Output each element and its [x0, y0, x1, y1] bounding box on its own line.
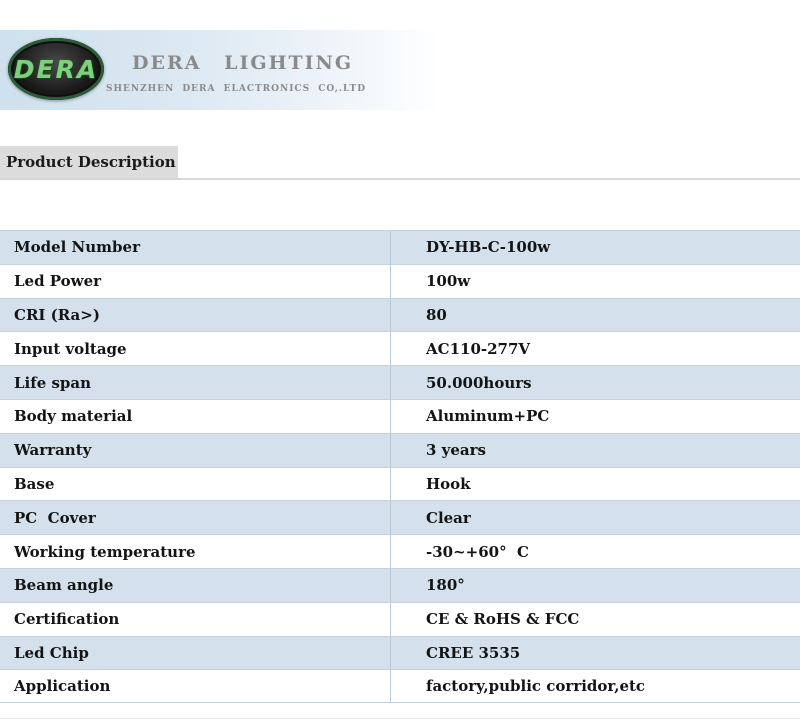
- table-row: Certification CE & RoHS & FCC: [0, 601, 800, 636]
- column-divider: [390, 501, 391, 535]
- section-title: Product Description: [6, 153, 176, 171]
- column-divider: [390, 264, 391, 298]
- section-divider: [0, 178, 800, 180]
- spec-label: PC Cover: [14, 508, 96, 527]
- column-divider: [390, 366, 391, 399]
- brand-title: DERA LIGHTING: [132, 52, 354, 74]
- spec-value: Aluminum+PC: [426, 407, 550, 426]
- spec-label: Led Power: [14, 272, 102, 291]
- spec-value: DY-HB-C-100w: [426, 238, 551, 257]
- table-row: Led Chip CREE 3535: [0, 635, 800, 670]
- spec-label: Application: [14, 677, 111, 696]
- spec-label: Input voltage: [14, 339, 127, 358]
- spec-value: AC110-277V: [426, 339, 531, 358]
- spec-value: 50.000hours: [426, 373, 532, 392]
- spec-table: Model Number DY-HB-C-100w Led Power 100w…: [0, 230, 800, 704]
- table-row: Life span 50.000hours: [0, 365, 800, 399]
- column-divider: [390, 602, 391, 636]
- table-row: Model Number DY-HB-C-100w: [0, 230, 800, 264]
- spec-label: Warranty: [14, 441, 92, 460]
- spec-value: CREE 3535: [426, 643, 521, 662]
- column-divider: [390, 298, 391, 332]
- table-row: Warranty 3 years: [0, 432, 800, 467]
- column-divider: [390, 636, 391, 670]
- column-divider: [390, 670, 391, 703]
- spec-value: Hook: [426, 474, 471, 493]
- table-row: CRI (Ra>) 80: [0, 297, 800, 332]
- column-divider: [390, 467, 391, 501]
- section-tab: Product Description: [0, 146, 178, 178]
- table-row: Application factory,public corridor,etc: [0, 669, 800, 704]
- table-row: Body material Aluminum+PC: [0, 398, 800, 433]
- column-divider: [390, 535, 391, 568]
- spec-value: CE & RoHS & FCC: [426, 610, 580, 629]
- column-divider: [390, 568, 391, 602]
- logo-text: DERA: [13, 54, 99, 84]
- column-divider: [390, 231, 391, 264]
- footer-divider: [0, 718, 800, 719]
- brand-subtitle: SHENZHEN DERA ELACTRONICS CO,.LTD: [106, 84, 367, 94]
- dera-logo: DERA: [8, 38, 104, 100]
- spec-label: Model Number: [14, 238, 140, 257]
- spec-label: Life span: [14, 373, 92, 392]
- spec-label: Body material: [14, 407, 133, 426]
- spec-value: factory,public corridor,etc: [426, 677, 646, 696]
- spec-label: Beam angle: [14, 576, 114, 595]
- spec-value: 180°: [426, 576, 465, 595]
- product-page: DERA DERA LIGHTING SHENZHEN DERA ELACTRO…: [0, 0, 800, 724]
- spec-label: CRI (Ra>): [14, 305, 100, 324]
- table-row: Base Hook: [0, 466, 800, 501]
- spec-value: 100w: [426, 272, 471, 291]
- spec-label: Working temperature: [14, 542, 196, 561]
- column-divider: [390, 399, 391, 433]
- spec-label: Certification: [14, 610, 120, 629]
- table-row: Beam angle 180°: [0, 567, 800, 602]
- table-row: Working temperature -30~+60° C: [0, 534, 800, 568]
- table-row: PC Cover Clear: [0, 500, 800, 535]
- column-divider: [390, 332, 391, 366]
- spec-value: Clear: [426, 508, 471, 527]
- spec-label: Base: [14, 474, 55, 493]
- spec-label: Led Chip: [14, 643, 89, 662]
- table-row: Input voltage AC110-277V: [0, 331, 800, 366]
- spec-value: 3 years: [426, 441, 486, 460]
- column-divider: [390, 433, 391, 467]
- table-row: Led Power 100w: [0, 263, 800, 298]
- spec-value: 80: [426, 305, 447, 324]
- spec-value: -30~+60° C: [426, 542, 529, 561]
